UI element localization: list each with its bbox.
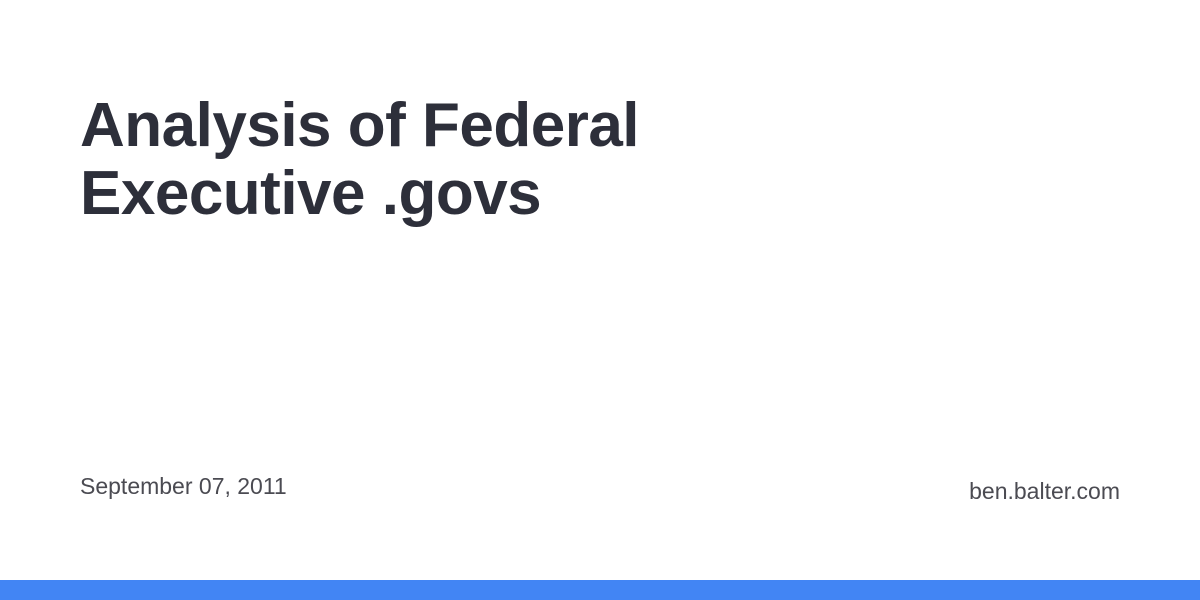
post-title-line-2: Executive .govs <box>80 159 542 228</box>
post-date: September 07, 2011 <box>80 473 287 499</box>
post-title: Analysis of Federal Executive .govs <box>80 92 780 228</box>
accent-bar <box>0 580 1200 600</box>
post-title-line-1: Analysis of Federal <box>80 91 640 160</box>
social-card: Analysis of Federal Executive .govs Sept… <box>0 0 1200 600</box>
site-domain: ben.balter.com <box>969 478 1120 504</box>
